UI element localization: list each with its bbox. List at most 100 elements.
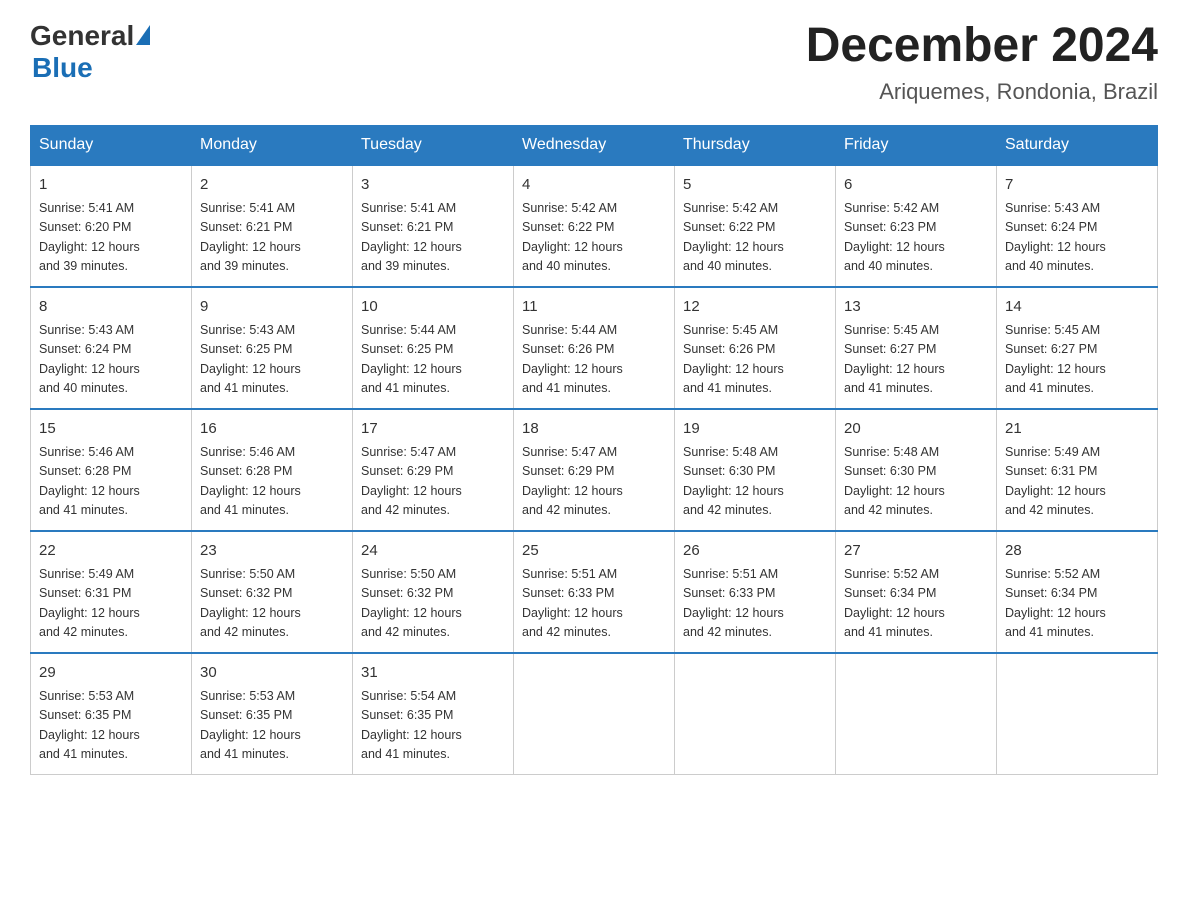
day-number: 25	[522, 540, 666, 562]
day-number: 10	[361, 296, 505, 318]
day-number: 1	[39, 174, 183, 196]
day-info: Sunrise: 5:49 AMSunset: 6:31 PMDaylight:…	[1005, 445, 1106, 518]
day-info: Sunrise: 5:42 AMSunset: 6:22 PMDaylight:…	[683, 201, 784, 274]
calendar-week-row: 29 Sunrise: 5:53 AMSunset: 6:35 PMDayligh…	[31, 653, 1158, 775]
day-number: 31	[361, 662, 505, 684]
day-number: 12	[683, 296, 827, 318]
day-number: 16	[200, 418, 344, 440]
day-number: 28	[1005, 540, 1149, 562]
calendar-cell: 26Sunrise: 5:51 AMSunset: 6:33 PMDayligh…	[675, 531, 836, 653]
day-info: Sunrise: 5:44 AMSunset: 6:25 PMDaylight:…	[361, 323, 462, 396]
calendar-cell: 14 Sunrise: 5:45 AMSunset: 6:27 PMDayligh…	[997, 287, 1158, 409]
day-info: Sunrise: 5:47 AMSunset: 6:29 PMDaylight:…	[361, 445, 462, 518]
header: General Blue December 2024 Ariquemes, Ro…	[30, 20, 1158, 105]
day-info: Sunrise: 5:46 AMSunset: 6:28 PMDaylight:…	[39, 445, 140, 518]
calendar-cell: 28 Sunrise: 5:52 AMSunset: 6:34 PMDayligh…	[997, 531, 1158, 653]
day-info: Sunrise: 5:52 AMSunset: 6:34 PMDaylight:…	[844, 567, 945, 640]
day-info: Sunrise: 5:43 AMSunset: 6:25 PMDaylight:…	[200, 323, 301, 396]
day-info: Sunrise: 5:46 AMSunset: 6:28 PMDaylight:…	[200, 445, 301, 518]
day-number: 2	[200, 174, 344, 196]
day-number: 17	[361, 418, 505, 440]
calendar-cell: 2 Sunrise: 5:41 AMSunset: 6:21 PMDaylight…	[192, 165, 353, 287]
calendar-cell: 16 Sunrise: 5:46 AMSunset: 6:28 PMDayligh…	[192, 409, 353, 531]
day-number: 3	[361, 174, 505, 196]
day-info: Sunrise: 5:43 AMSunset: 6:24 PMDaylight:…	[1005, 201, 1106, 274]
calendar-cell: 25 Sunrise: 5:51 AMSunset: 6:33 PMDayligh…	[514, 531, 675, 653]
calendar-cell: 8Sunrise: 5:43 AMSunset: 6:24 PMDaylight…	[31, 287, 192, 409]
calendar-cell	[997, 653, 1158, 775]
calendar-cell: 17 Sunrise: 5:47 AMSunset: 6:29 PMDayligh…	[353, 409, 514, 531]
calendar-cell: 6Sunrise: 5:42 AMSunset: 6:23 PMDaylight…	[836, 165, 997, 287]
calendar-week-row: 15 Sunrise: 5:46 AMSunset: 6:28 PMDayligh…	[31, 409, 1158, 531]
day-number: 14	[1005, 296, 1149, 318]
day-info: Sunrise: 5:52 AMSunset: 6:34 PMDaylight:…	[1005, 567, 1106, 640]
calendar-cell	[514, 653, 675, 775]
calendar-cell: 18 Sunrise: 5:47 AMSunset: 6:29 PMDayligh…	[514, 409, 675, 531]
day-info: Sunrise: 5:45 AMSunset: 6:27 PMDaylight:…	[1005, 323, 1106, 396]
column-header-wednesday: Wednesday	[514, 125, 675, 165]
day-info: Sunrise: 5:41 AMSunset: 6:20 PMDaylight:…	[39, 201, 140, 274]
day-number: 15	[39, 418, 183, 440]
calendar-table: SundayMondayTuesdayWednesdayThursdayFrid…	[30, 125, 1158, 775]
calendar-cell: 12 Sunrise: 5:45 AMSunset: 6:26 PMDayligh…	[675, 287, 836, 409]
day-info: Sunrise: 5:49 AMSunset: 6:31 PMDaylight:…	[39, 567, 140, 640]
calendar-cell: 3 Sunrise: 5:41 AMSunset: 6:21 PMDaylight…	[353, 165, 514, 287]
calendar-cell: 1 Sunrise: 5:41 AMSunset: 6:20 PMDaylight…	[31, 165, 192, 287]
calendar-cell	[675, 653, 836, 775]
calendar-cell: 15 Sunrise: 5:46 AMSunset: 6:28 PMDayligh…	[31, 409, 192, 531]
day-number: 13	[844, 296, 988, 318]
calendar-cell: 4 Sunrise: 5:42 AMSunset: 6:22 PMDaylight…	[514, 165, 675, 287]
calendar-cell: 31Sunrise: 5:54 AMSunset: 6:35 PMDayligh…	[353, 653, 514, 775]
calendar-cell: 24 Sunrise: 5:50 AMSunset: 6:32 PMDayligh…	[353, 531, 514, 653]
day-number: 29	[39, 662, 183, 684]
day-number: 7	[1005, 174, 1149, 196]
day-info: Sunrise: 5:41 AMSunset: 6:21 PMDaylight:…	[361, 201, 462, 274]
day-number: 5	[683, 174, 827, 196]
day-info: Sunrise: 5:50 AMSunset: 6:32 PMDaylight:…	[361, 567, 462, 640]
day-number: 26	[683, 540, 827, 562]
column-header-tuesday: Tuesday	[353, 125, 514, 165]
day-info: Sunrise: 5:53 AMSunset: 6:35 PMDaylight:…	[200, 689, 301, 762]
title-area: December 2024 Ariquemes, Rondonia, Brazi…	[806, 20, 1158, 105]
day-info: Sunrise: 5:41 AMSunset: 6:21 PMDaylight:…	[200, 201, 301, 274]
calendar-week-row: 8Sunrise: 5:43 AMSunset: 6:24 PMDaylight…	[31, 287, 1158, 409]
day-info: Sunrise: 5:42 AMSunset: 6:22 PMDaylight:…	[522, 201, 623, 274]
day-number: 23	[200, 540, 344, 562]
day-info: Sunrise: 5:45 AMSunset: 6:27 PMDaylight:…	[844, 323, 945, 396]
column-header-thursday: Thursday	[675, 125, 836, 165]
calendar-week-row: 1 Sunrise: 5:41 AMSunset: 6:20 PMDaylight…	[31, 165, 1158, 287]
logo-blue-text: Blue	[32, 52, 93, 84]
day-info: Sunrise: 5:53 AMSunset: 6:35 PMDaylight:…	[39, 689, 140, 762]
day-info: Sunrise: 5:45 AMSunset: 6:26 PMDaylight:…	[683, 323, 784, 396]
calendar-cell: 29 Sunrise: 5:53 AMSunset: 6:35 PMDayligh…	[31, 653, 192, 775]
calendar-cell	[836, 653, 997, 775]
day-info: Sunrise: 5:48 AMSunset: 6:30 PMDaylight:…	[683, 445, 784, 518]
column-header-friday: Friday	[836, 125, 997, 165]
logo-triangle-icon	[136, 25, 150, 45]
day-info: Sunrise: 5:42 AMSunset: 6:23 PMDaylight:…	[844, 201, 945, 274]
calendar-cell: 27Sunrise: 5:52 AMSunset: 6:34 PMDayligh…	[836, 531, 997, 653]
calendar-cell: 21Sunrise: 5:49 AMSunset: 6:31 PMDayligh…	[997, 409, 1158, 531]
calendar-cell: 23 Sunrise: 5:50 AMSunset: 6:32 PMDayligh…	[192, 531, 353, 653]
calendar-cell: 19Sunrise: 5:48 AMSunset: 6:30 PMDayligh…	[675, 409, 836, 531]
day-info: Sunrise: 5:44 AMSunset: 6:26 PMDaylight:…	[522, 323, 623, 396]
calendar-header-row: SundayMondayTuesdayWednesdayThursdayFrid…	[31, 125, 1158, 165]
day-number: 20	[844, 418, 988, 440]
day-number: 24	[361, 540, 505, 562]
day-info: Sunrise: 5:43 AMSunset: 6:24 PMDaylight:…	[39, 323, 140, 396]
calendar-cell: 7 Sunrise: 5:43 AMSunset: 6:24 PMDaylight…	[997, 165, 1158, 287]
day-number: 9	[200, 296, 344, 318]
calendar-cell: 11Sunrise: 5:44 AMSunset: 6:26 PMDayligh…	[514, 287, 675, 409]
day-info: Sunrise: 5:47 AMSunset: 6:29 PMDaylight:…	[522, 445, 623, 518]
day-number: 4	[522, 174, 666, 196]
day-info: Sunrise: 5:51 AMSunset: 6:33 PMDaylight:…	[522, 567, 623, 640]
calendar-week-row: 22 Sunrise: 5:49 AMSunset: 6:31 PMDayligh…	[31, 531, 1158, 653]
column-header-monday: Monday	[192, 125, 353, 165]
calendar-cell: 20Sunrise: 5:48 AMSunset: 6:30 PMDayligh…	[836, 409, 997, 531]
page-title: December 2024	[806, 20, 1158, 73]
day-info: Sunrise: 5:50 AMSunset: 6:32 PMDaylight:…	[200, 567, 301, 640]
day-number: 18	[522, 418, 666, 440]
calendar-cell: 5 Sunrise: 5:42 AMSunset: 6:22 PMDaylight…	[675, 165, 836, 287]
day-number: 22	[39, 540, 183, 562]
calendar-cell: 30Sunrise: 5:53 AMSunset: 6:35 PMDayligh…	[192, 653, 353, 775]
